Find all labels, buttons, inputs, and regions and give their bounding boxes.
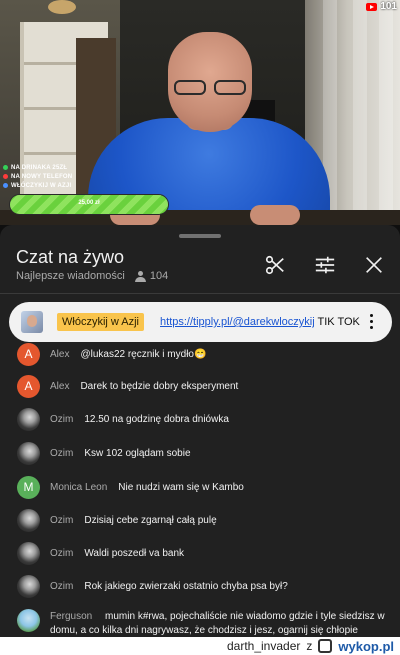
message-author[interactable]: Alex xyxy=(50,381,69,392)
chat-viewer-count: 104 xyxy=(149,270,169,282)
message-text: 12.50 na godzinę dobra dniówka xyxy=(84,413,229,425)
message-author[interactable]: Ozim xyxy=(50,581,73,592)
chat-message[interactable]: Ozim Dzisiaj cebe zgarnął całą pulę xyxy=(17,508,217,532)
message-text: Waldi poszedł va bank xyxy=(84,547,185,559)
pinned-message[interactable]: Włóczykij w Azji https://tipply.pl/@dare… xyxy=(9,302,392,342)
goal-item: WŁÓCZYKIJ W AZJI xyxy=(3,181,72,190)
chat-message[interactable]: Ozim Waldi poszedł va bank xyxy=(17,541,184,565)
message-text: @lukas22 ręcznik i mydło😁 xyxy=(80,348,207,360)
live-viewer-count: 101 xyxy=(380,1,397,12)
close-icon[interactable] xyxy=(363,254,385,276)
pinned-text-rest: TIK TOK - da... xyxy=(317,316,361,328)
goal-dot-icon xyxy=(3,183,8,188)
avatar[interactable] xyxy=(17,441,40,465)
chat-title: Czat na żywo xyxy=(16,247,125,267)
message-text: Dzisiaj cebe zgarnął całą pulę xyxy=(84,514,217,526)
avatar[interactable]: M xyxy=(17,475,40,499)
message-author[interactable]: Ozim xyxy=(50,448,73,459)
watermark-bar: darth_invader z wykop.pl xyxy=(0,637,400,655)
goal-dot-icon xyxy=(3,165,8,170)
watermark-site: wykop.pl xyxy=(338,638,394,654)
avatar[interactable] xyxy=(17,508,40,532)
message-author[interactable]: Ozim xyxy=(50,548,73,559)
goal-item: NA DRINAKA 25ZŁ xyxy=(3,163,72,172)
message-author[interactable]: Ferguson xyxy=(50,611,92,622)
streamer-hand xyxy=(250,205,300,225)
avatar[interactable] xyxy=(17,609,40,632)
pinned-author-badge[interactable]: Włóczykij w Azji xyxy=(57,313,145,331)
pinned-link[interactable]: https://tipply.pl/@darekwloczykij xyxy=(160,316,315,328)
avatar[interactable]: A xyxy=(17,374,40,398)
tune-icon[interactable] xyxy=(314,254,336,276)
chat-message[interactable]: Ozim Rok jakiego zwierzaki ostatnio chyb… xyxy=(17,574,288,598)
message-text: mumin k#rwa, pojechaliście nie wiadomo g… xyxy=(50,611,385,636)
pinned-text: https://tipply.pl/@darekwloczykij TIK TO… xyxy=(160,316,360,328)
avatar[interactable]: A xyxy=(17,342,40,366)
wykop-logo-icon xyxy=(318,639,333,653)
header-divider xyxy=(0,293,400,294)
chat-filter-label[interactable]: Najlepsze wiadomości xyxy=(16,270,125,282)
progress-amount: 25,00 zł xyxy=(78,200,100,206)
watermark-user: darth_invader xyxy=(226,639,301,653)
ceiling-lamp xyxy=(48,0,76,14)
goal-label: NA DRINAKA 25ZŁ xyxy=(11,164,68,171)
video-player[interactable]: 101 NA DRINAKA 25ZŁ NA NOWY TELEFON WŁÓC… xyxy=(0,0,400,225)
pinned-avatar xyxy=(21,311,43,333)
chat-message[interactable]: Ozim Ksw 102 oglądam sobie xyxy=(17,441,191,465)
live-chat-panel: Czat na żywo Najlepsze wiadomości 104 Wł… xyxy=(0,225,400,637)
donation-goals-list: NA DRINAKA 25ZŁ NA NOWY TELEFON WŁÓCZYKI… xyxy=(3,163,72,190)
person-icon xyxy=(134,270,146,282)
message-author[interactable]: Ozim xyxy=(50,414,73,425)
message-author[interactable]: Monica Leon xyxy=(50,482,107,493)
scissors-icon[interactable] xyxy=(264,254,286,276)
donation-progress-bar: 25,00 zł xyxy=(9,194,169,215)
avatar[interactable] xyxy=(17,407,40,431)
watermark-separator: z xyxy=(306,639,313,653)
goal-dot-icon xyxy=(3,174,8,179)
chat-filter-row[interactable]: Najlepsze wiadomości 104 xyxy=(16,270,168,282)
drag-handle[interactable] xyxy=(179,234,221,238)
message-text: Darek to będzie dobry eksperyment xyxy=(80,380,239,392)
message-author[interactable]: Ozim xyxy=(50,515,73,526)
chat-message[interactable]: A Alex @lukas22 ręcznik i mydło😁 xyxy=(17,342,206,366)
chat-message[interactable]: A Alex Darek to będzie dobry eksperyment xyxy=(17,374,238,398)
avatar[interactable] xyxy=(17,574,40,598)
message-text: Ksw 102 oglądam sobie xyxy=(84,447,191,459)
message-body: Ferguson mumin k#rwa, pojechaliście nie … xyxy=(50,610,395,637)
chat-message[interactable]: Ozim 12.50 na godzinę dobra dniówka xyxy=(17,407,229,431)
live-viewers-badge: 101 xyxy=(366,1,397,12)
goal-label: WŁÓCZYKIJ W AZJI xyxy=(11,182,72,189)
youtube-icon xyxy=(366,2,378,11)
message-author[interactable]: Alex xyxy=(50,349,69,360)
message-text: Rok jakiego zwierzaki ostatnio chyba psa… xyxy=(84,580,288,592)
more-options-icon[interactable] xyxy=(370,314,374,330)
chat-message[interactable]: M Monica Leon Nie nudzi wam się w Kambo xyxy=(17,475,244,499)
avatar[interactable] xyxy=(17,541,40,565)
streamer-glasses xyxy=(170,80,250,96)
message-text: Nie nudzi wam się w Kambo xyxy=(118,481,244,493)
goal-label: NA NOWY TELEFON xyxy=(11,173,73,180)
goal-item: NA NOWY TELEFON xyxy=(3,172,72,181)
